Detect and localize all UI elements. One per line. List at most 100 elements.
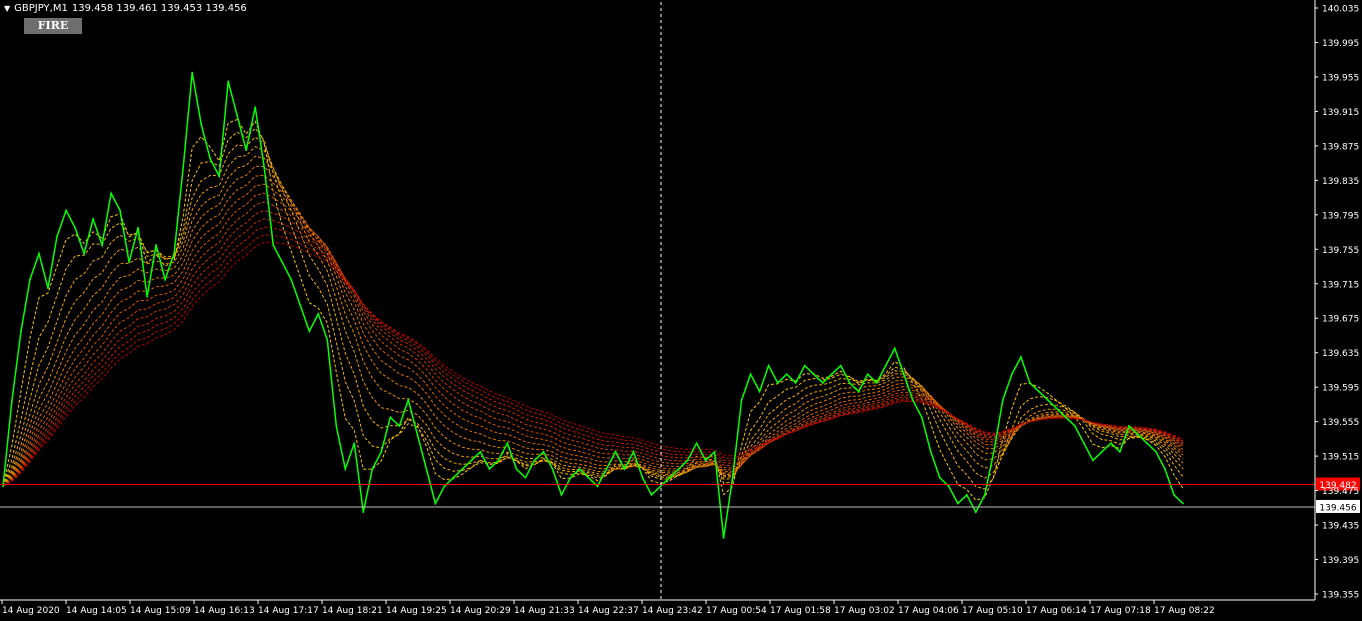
price-point: [974, 511, 977, 513]
y-tick-label: 139.875: [1322, 142, 1359, 152]
price-point: [659, 485, 662, 488]
price-point: [182, 166, 185, 169]
price-point: [704, 459, 707, 462]
price-point: [434, 502, 437, 505]
price-point: [407, 399, 410, 401]
price-point: [569, 476, 572, 479]
y-tick-label: 140.035: [1322, 5, 1359, 15]
price-point: [983, 494, 986, 496]
price-point: [1146, 442, 1148, 445]
y-tick-label: 139.395: [1322, 556, 1359, 566]
y-tick-label: 139.915: [1322, 108, 1359, 118]
y-tick-label: 139.515: [1322, 453, 1359, 463]
price-point: [470, 459, 473, 462]
price-point: [623, 468, 626, 470]
y-tick-label: 139.595: [1322, 384, 1359, 394]
level-tag-label-1: 139.456: [1319, 503, 1356, 513]
x-tick-label: 14 Aug 17:17: [258, 606, 319, 616]
price-point: [1155, 450, 1157, 453]
price-point: [1137, 433, 1139, 436]
price-point: [1182, 502, 1184, 505]
price-point: [641, 476, 644, 479]
price-point: [956, 502, 959, 505]
chart-canvas[interactable]: 139.482139.456 140.035139.995139.955139.…: [0, 0, 1362, 621]
price-point: [326, 338, 329, 341]
price-point: [488, 468, 491, 470]
price-point: [947, 485, 950, 488]
price-point: [1110, 442, 1112, 445]
ohlc-values: 139.458 139.461 139.453 139.456: [71, 3, 247, 14]
price-point: [497, 459, 500, 462]
price-point: [362, 511, 365, 513]
price-point: [1092, 459, 1094, 462]
price-point: [92, 218, 94, 221]
price-point: [227, 80, 230, 83]
price-point: [272, 244, 275, 246]
price-point: [686, 459, 689, 462]
price-point: [20, 330, 22, 333]
x-tick-label: 14 Aug 22:37: [578, 606, 639, 616]
y-tick-label: 139.755: [1322, 246, 1359, 256]
price-point: [776, 382, 779, 384]
x-tick-label: 17 Aug 07:18: [1090, 606, 1151, 616]
price-point: [965, 494, 968, 496]
price-point: [299, 304, 302, 307]
price-point: [551, 468, 554, 470]
price-point: [263, 166, 266, 169]
price-point: [812, 373, 815, 376]
x-tick-label: 17 Aug 08:22: [1154, 606, 1215, 616]
price-point: [56, 235, 58, 238]
price-point: [461, 468, 464, 470]
price-point: [290, 278, 293, 281]
fire-button[interactable]: FIRE: [24, 18, 82, 34]
dropdown-triangle-icon[interactable]: ▼: [4, 4, 10, 13]
price-point: [803, 364, 806, 367]
price-point: [308, 330, 311, 333]
price-point: [281, 261, 284, 264]
price-point: [164, 278, 167, 281]
price-point: [533, 459, 536, 462]
y-tick-label: 139.475: [1322, 487, 1359, 497]
price-point: [1119, 450, 1121, 453]
price-point: [722, 537, 725, 539]
price-point: [416, 433, 419, 436]
price-point: [344, 468, 347, 470]
price-point: [794, 382, 797, 384]
price-point: [1128, 425, 1130, 427]
price-point: [65, 209, 67, 212]
price-point: [506, 442, 509, 445]
x-tick-label: 14 Aug 20:29: [450, 606, 511, 616]
price-point: [74, 226, 76, 229]
y-tick-label: 139.715: [1322, 280, 1359, 290]
price-point: [911, 399, 914, 401]
x-tick-label: 17 Aug 05:10: [962, 606, 1023, 616]
price-point: [605, 468, 608, 470]
price-point: [218, 175, 221, 177]
y-tick-label: 139.555: [1322, 418, 1359, 428]
price-point: [371, 468, 374, 470]
price-point: [173, 252, 176, 255]
x-tick-label: 17 Aug 04:06: [898, 606, 959, 616]
price-point: [614, 450, 617, 453]
price-point: [1083, 442, 1085, 445]
price-point: [1065, 416, 1067, 419]
chart-background: [0, 0, 1362, 621]
y-tick-label: 139.675: [1322, 315, 1359, 325]
price-point: [1074, 425, 1076, 427]
price-point: [11, 399, 13, 401]
price-point: [137, 226, 140, 229]
price-point: [578, 468, 581, 470]
x-tick-label: 14 Aug 14:05: [66, 606, 127, 616]
price-point: [929, 450, 932, 453]
price-point: [848, 382, 851, 384]
y-tick-label: 139.995: [1322, 39, 1359, 49]
price-point: [713, 450, 716, 453]
price-point: [200, 123, 203, 126]
x-tick-label: 17 Aug 01:58: [770, 606, 831, 616]
price-point: [443, 485, 446, 488]
price-point: [2, 485, 4, 488]
price-point: [1011, 373, 1013, 376]
price-point: [1173, 494, 1175, 496]
price-point: [515, 468, 518, 470]
price-point: [1101, 450, 1103, 453]
